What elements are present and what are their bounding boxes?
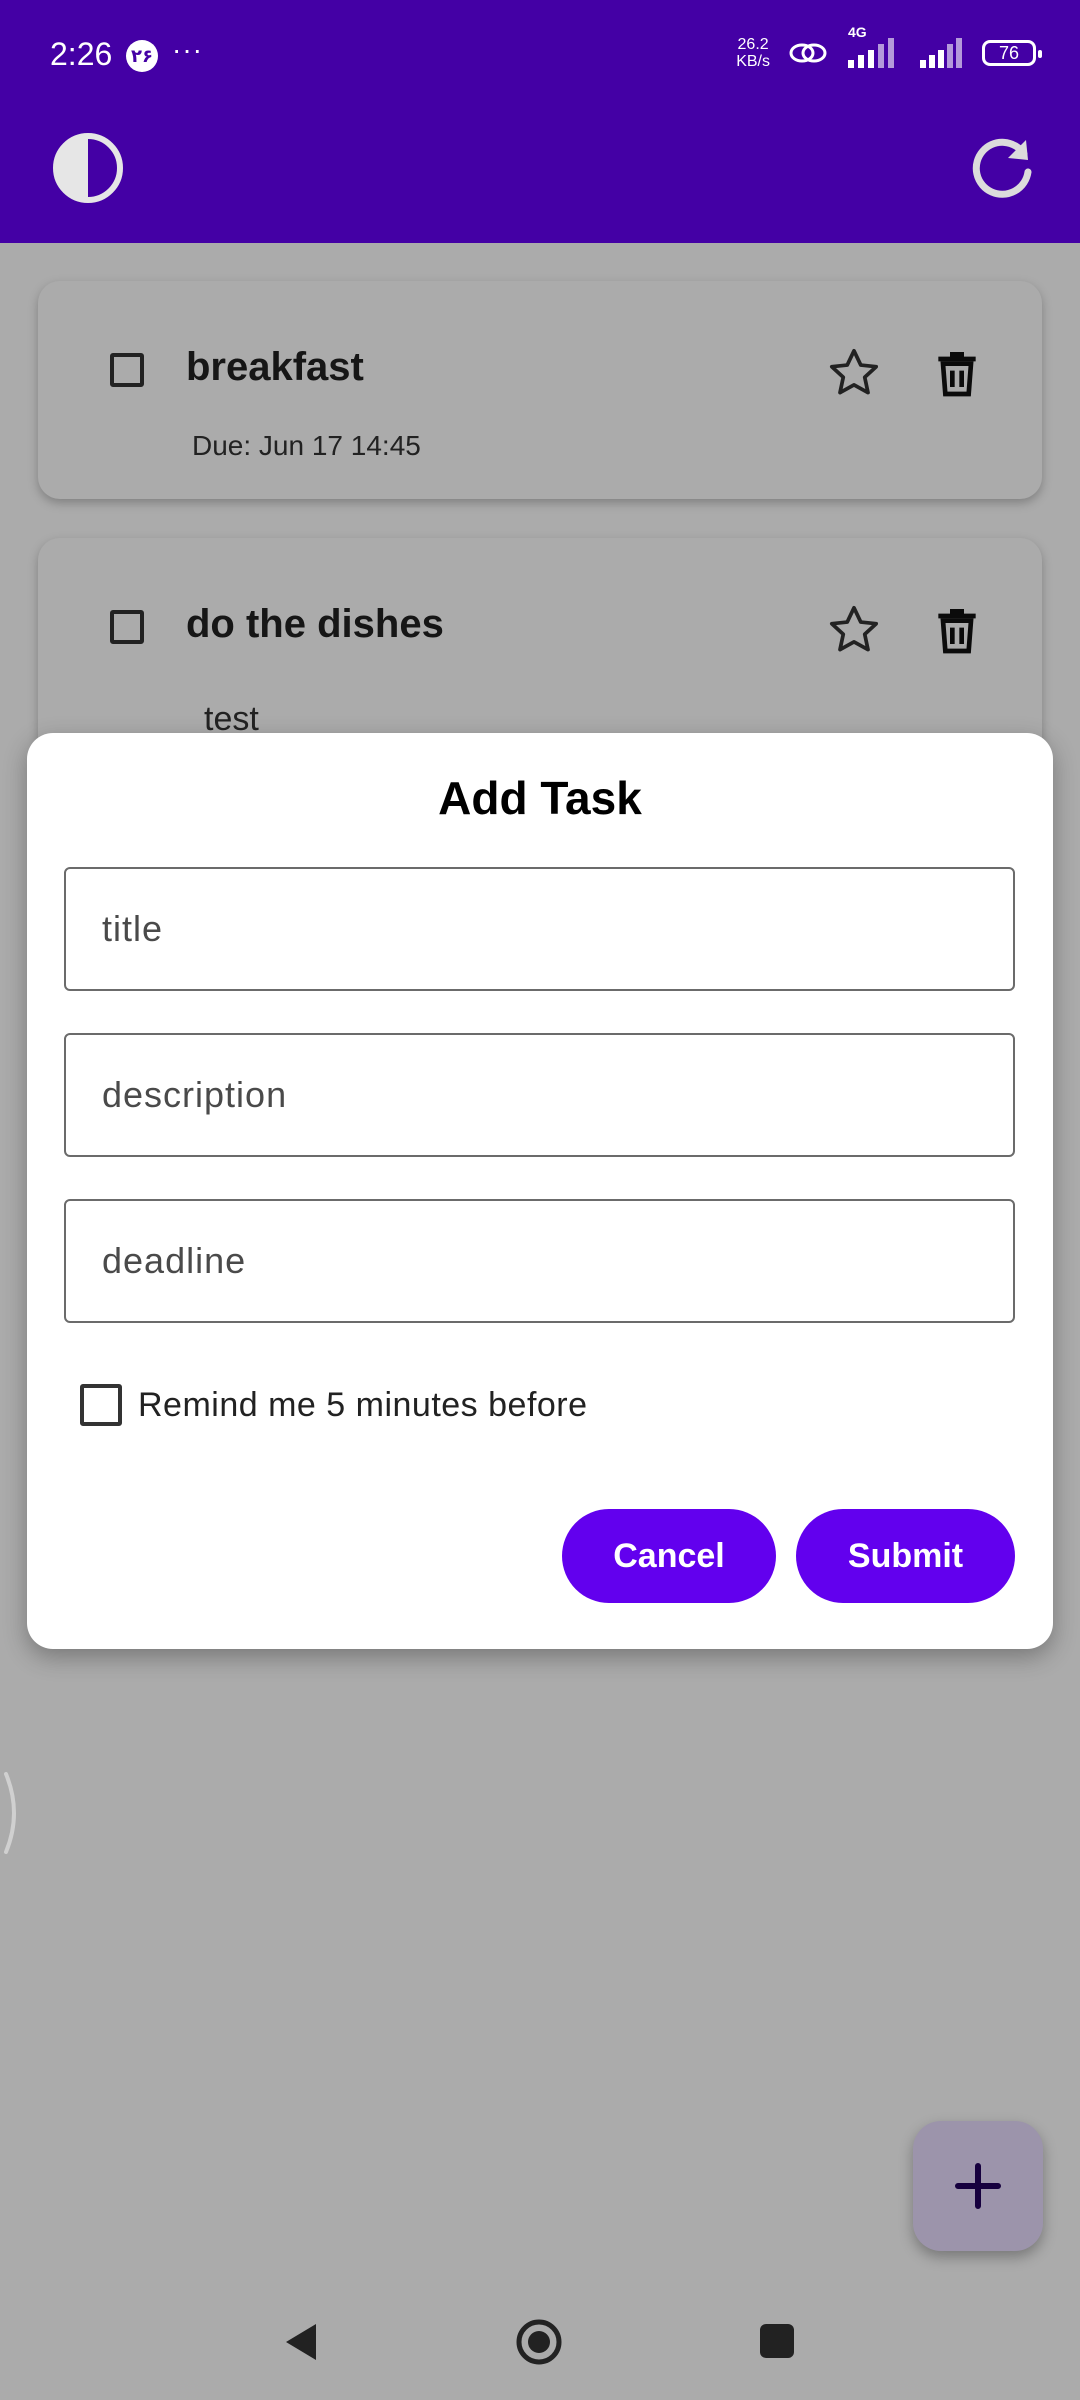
network-speed: 26.2 KB/s: [736, 36, 770, 70]
add-task-dialog: Add Task Remind me 5 minutes before Canc…: [27, 733, 1053, 1649]
description-input[interactable]: [66, 1035, 1013, 1155]
network-speed-value: 26.2: [737, 36, 769, 53]
cancel-button[interactable]: Cancel: [562, 1509, 776, 1603]
title-input[interactable]: [66, 869, 1013, 989]
refresh-icon[interactable]: [966, 132, 1038, 204]
notification-badge: ۲۶: [126, 40, 158, 72]
submit-button[interactable]: Submit: [796, 1509, 1015, 1603]
link-icon: [789, 43, 827, 63]
reminder-option[interactable]: Remind me 5 minutes before: [80, 1384, 588, 1426]
network-type: 4G: [848, 24, 867, 40]
edge-swipe-handle-icon[interactable]: [0, 1770, 20, 1856]
battery-level: 76: [998, 42, 1020, 63]
signal-strength-icon: 4G: [846, 24, 902, 68]
theme-toggle-icon[interactable]: [52, 132, 124, 204]
title-field[interactable]: [64, 867, 1015, 991]
status-time: 2:26: [50, 36, 113, 72]
more-notifications-indicator: ···: [172, 34, 203, 65]
status-bar: 2:26 ۲۶ ··· 26.2 KB/s 4G 76: [0, 0, 1080, 113]
status-icons: 26.2 KB/s 4G 76: [736, 24, 1042, 70]
app-bar: [0, 113, 1080, 243]
reminder-label: Remind me 5 minutes before: [138, 1385, 588, 1424]
dialog-title: Add Task: [438, 772, 642, 824]
deadline-input[interactable]: [66, 1201, 1013, 1321]
signal-bars-sim2-icon: [920, 38, 962, 68]
network-speed-unit: KB/s: [736, 53, 770, 70]
reminder-checkbox[interactable]: [80, 1384, 122, 1426]
description-field[interactable]: [64, 1033, 1015, 1157]
deadline-field[interactable]: [64, 1199, 1015, 1323]
signal-bars-icon: [848, 38, 894, 68]
battery-icon: 76: [982, 40, 1042, 66]
